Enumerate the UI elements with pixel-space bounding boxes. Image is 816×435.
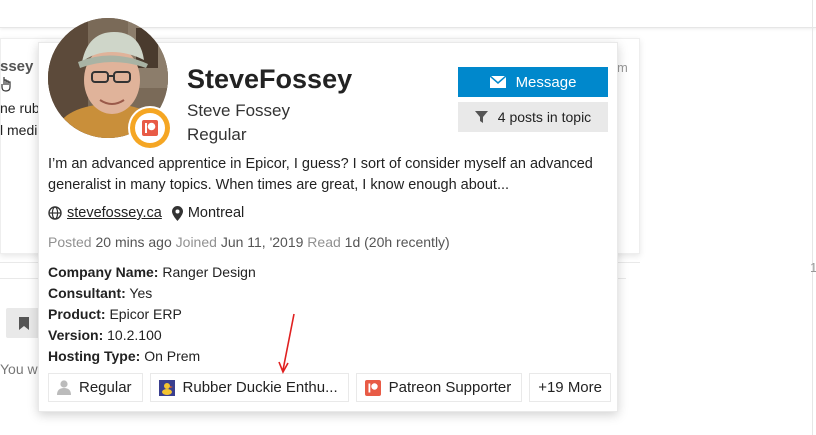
background-text-fragment: You w [0, 361, 38, 377]
field-name: Version: [48, 327, 104, 343]
background-text-fragment: m [617, 60, 628, 75]
patreon-flair-icon [130, 108, 170, 148]
badge-list: Regular Rubber Duckie Enthu... Patreon S… [48, 373, 611, 402]
user-activity-meta: Posted 20 mins ago Joined Jun 11, '2019 … [48, 234, 450, 250]
field-name: Company Name: [48, 264, 159, 280]
read-label: Read [307, 234, 341, 250]
bookmark-button[interactable] [6, 308, 42, 338]
background-number-fragment: 1 [810, 260, 816, 275]
user-icon [57, 380, 71, 395]
hand-cursor-icon [0, 76, 12, 95]
posted-value: 20 mins ago [95, 234, 172, 250]
filter-icon [474, 110, 488, 123]
full-name: Steve Fossey [187, 101, 290, 120]
user-field: Product: Epicor ERP [48, 304, 256, 325]
patreon-icon [364, 379, 381, 396]
globe-icon [48, 206, 62, 220]
user-title: Regular [187, 125, 247, 144]
field-name: Hosting Type: [48, 348, 141, 364]
badge-label: Rubber Duckie Enthu... [182, 379, 338, 396]
user-field: Consultant: Yes [48, 283, 256, 304]
badge-rubber-duckie[interactable]: Rubber Duckie Enthu... [149, 373, 349, 402]
badge-patreon-supporter[interactable]: Patreon Supporter [355, 373, 523, 402]
envelope-icon [489, 76, 506, 88]
badge-label: Patreon Supporter [388, 379, 512, 396]
duck-image-icon [158, 379, 175, 396]
read-value: 1d (20h recently) [344, 234, 450, 250]
user-field: Version: 10.2.100 [48, 325, 256, 346]
field-value: Yes [129, 285, 153, 301]
badge-label: Regular [79, 379, 132, 396]
field-value: On Prem [144, 348, 201, 364]
user-bio: I’m an advanced apprentice in Epicor, I … [48, 156, 593, 193]
field-name: Product: [48, 306, 106, 322]
field-value: Epicor ERP [109, 306, 182, 322]
joined-label: Joined [175, 234, 217, 250]
map-pin-icon [171, 205, 183, 221]
user-location: Montreal [187, 205, 245, 221]
field-name: Consultant: [48, 285, 126, 301]
message-button-label: Message [515, 73, 577, 91]
badge-regular[interactable]: Regular [48, 373, 143, 402]
more-badges-button[interactable]: +19 More [529, 373, 611, 402]
bookmark-icon [19, 316, 29, 330]
badge-label: +19 More [538, 379, 602, 396]
website-link[interactable]: stevefossey.ca [67, 205, 162, 221]
posts-in-topic-button[interactable]: 4 posts in topic [458, 102, 608, 132]
message-button[interactable]: Message [458, 67, 608, 97]
posted-label: Posted [48, 234, 92, 250]
background-text-line: l medi [0, 122, 38, 138]
username[interactable]: SteveFossey [187, 64, 352, 95]
background-username[interactable]: ssey [0, 58, 33, 75]
field-value: 10.2.100 [107, 327, 162, 343]
user-field: Company Name: Ranger Design [48, 262, 256, 283]
field-value: Ranger Design [162, 264, 256, 280]
posts-in-topic-label: 4 posts in topic [497, 109, 592, 125]
joined-value: Jun 11, '2019 [220, 234, 304, 250]
user-links-row: stevefossey.ca Montreal [48, 205, 244, 221]
user-field: Hosting Type: On Prem [48, 346, 256, 367]
user-fields: Company Name: Ranger Design Consultant: … [48, 262, 256, 367]
background-text-line: ne rub [0, 100, 40, 116]
page-edge [812, 0, 813, 435]
